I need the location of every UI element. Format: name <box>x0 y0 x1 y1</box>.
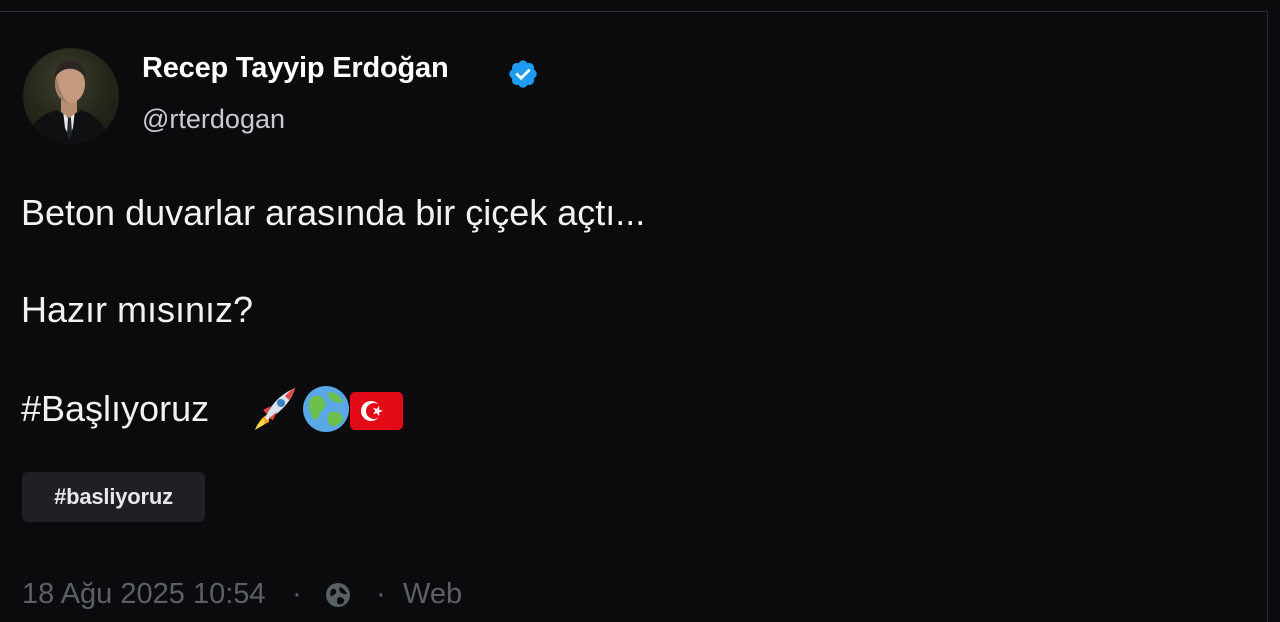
tweet-source: Web <box>403 578 463 610</box>
meta-separator: · <box>376 578 386 610</box>
tweet-text-line-2: Hazır mısınız? <box>21 289 254 330</box>
meta-separator: · <box>292 578 302 610</box>
right-divider <box>1267 11 1268 622</box>
globe-emoji-icon <box>303 386 349 432</box>
tweet-text-line-1: Beton duvarlar arasında bir çiçek açtı..… <box>21 192 646 233</box>
tweet-card: Recep Tayyip Erdoğan @rterdogan Beton du… <box>0 0 1280 622</box>
rocket-emoji-icon <box>255 388 295 430</box>
author-handle[interactable]: @rterdogan <box>142 104 285 135</box>
top-divider <box>0 11 1268 12</box>
tweet-timestamp[interactable]: 18 Ağu 2025 10:54 <box>22 578 266 611</box>
avatar[interactable] <box>23 48 119 144</box>
verified-badge-icon <box>509 60 537 88</box>
author-name[interactable]: Recep Tayyip Erdoğan <box>142 52 449 85</box>
turkey-flag-emoji-icon <box>350 392 403 430</box>
globe-icon <box>326 583 350 607</box>
hashtag-chip[interactable]: #basliyoruz <box>22 472 205 522</box>
tweet-hashtag-link[interactable]: #Başlıyoruz <box>21 388 209 430</box>
avatar-portrait <box>25 60 111 144</box>
